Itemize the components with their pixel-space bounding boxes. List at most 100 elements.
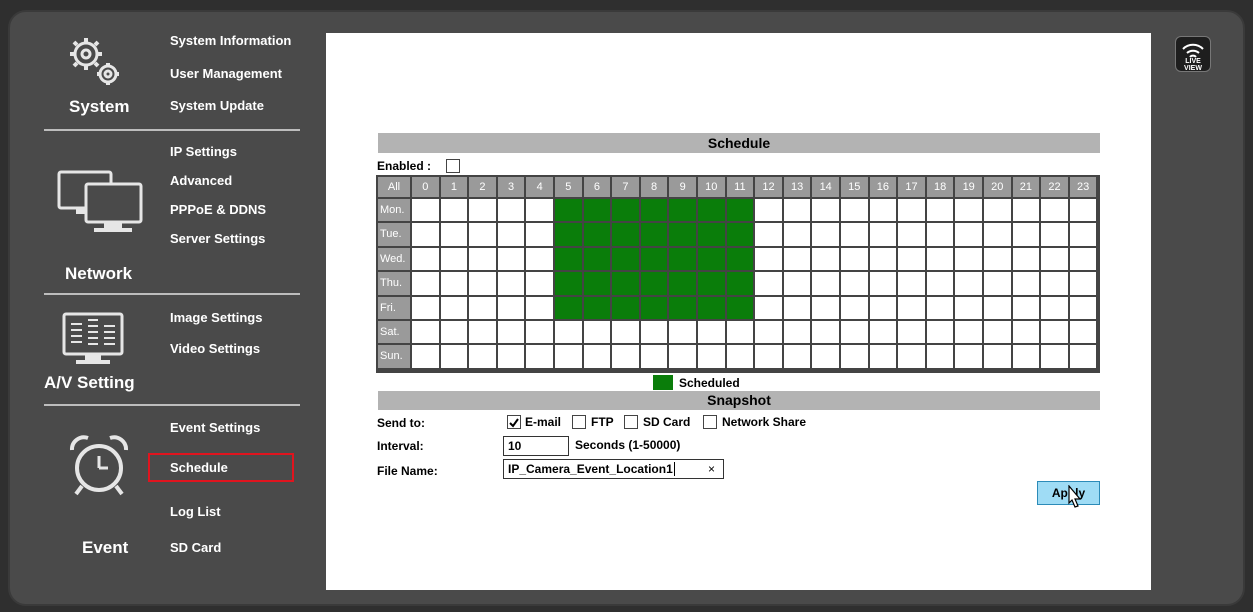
schedule-cell[interactable]: [1069, 345, 1097, 368]
schedule-cell[interactable]: [1012, 199, 1040, 222]
schedule-cell[interactable]: [669, 345, 696, 368]
schedule-cell[interactable]: [469, 272, 496, 295]
schedule-cell[interactable]: [869, 247, 897, 271]
nav-user-management[interactable]: User Management: [170, 66, 282, 81]
schedule-cell[interactable]: [698, 223, 725, 246]
schedule-cell[interactable]: [412, 345, 439, 368]
schedule-cell[interactable]: [955, 223, 982, 246]
schedule-cell[interactable]: [984, 199, 1011, 222]
schedule-cell[interactable]: [440, 345, 468, 368]
schedule-cell[interactable]: [926, 247, 954, 271]
schedule-cell[interactable]: [812, 199, 839, 222]
schedule-cell[interactable]: [898, 247, 925, 271]
schedule-cell[interactable]: [412, 321, 439, 344]
schedule-cell[interactable]: [1012, 272, 1040, 295]
schedule-cell[interactable]: [555, 272, 582, 295]
schedule-cell[interactable]: [583, 223, 611, 246]
day-header[interactable]: Mon.: [378, 199, 410, 222]
schedule-cell[interactable]: [984, 247, 1011, 271]
schedule-cell[interactable]: [612, 223, 639, 246]
schedule-cell[interactable]: [984, 296, 1011, 319]
hour-header[interactable]: 6: [583, 177, 611, 197]
schedule-cell[interactable]: [412, 223, 439, 246]
email-checkbox[interactable]: [507, 415, 521, 429]
schedule-cell[interactable]: [440, 223, 468, 246]
schedule-cell[interactable]: [412, 296, 439, 319]
schedule-cell[interactable]: [812, 223, 839, 246]
sd-card-checkbox[interactable]: [624, 415, 638, 429]
schedule-cell[interactable]: [955, 296, 982, 319]
schedule-cell[interactable]: [640, 345, 668, 368]
schedule-cell[interactable]: [783, 272, 811, 295]
nav-image-settings[interactable]: Image Settings: [170, 310, 262, 325]
schedule-cell[interactable]: [583, 199, 611, 222]
nav-server-settings[interactable]: Server Settings: [170, 231, 265, 246]
schedule-cell[interactable]: [1041, 223, 1068, 246]
schedule-cell[interactable]: [612, 199, 639, 222]
hour-header[interactable]: 3: [497, 177, 525, 197]
schedule-cell[interactable]: [497, 345, 525, 368]
schedule-cell[interactable]: [698, 345, 725, 368]
file-name-input[interactable]: IP_Camera_Event_Location1 ×: [503, 459, 724, 479]
schedule-cell[interactable]: [640, 199, 668, 222]
schedule-cell[interactable]: [669, 321, 696, 344]
hour-header[interactable]: 16: [869, 177, 897, 197]
hour-header[interactable]: 17: [898, 177, 925, 197]
schedule-cell[interactable]: [612, 247, 639, 271]
schedule-cell[interactable]: [898, 272, 925, 295]
day-header[interactable]: Sat.: [378, 321, 410, 344]
schedule-cell[interactable]: [726, 247, 754, 271]
schedule-cell[interactable]: [583, 272, 611, 295]
schedule-cell[interactable]: [612, 321, 639, 344]
schedule-cell[interactable]: [1069, 272, 1097, 295]
hour-header[interactable]: 10: [698, 177, 725, 197]
schedule-cell[interactable]: [898, 199, 925, 222]
schedule-cell[interactable]: [841, 272, 868, 295]
nav-sd-card[interactable]: SD Card: [170, 540, 221, 555]
hour-header[interactable]: 0: [412, 177, 439, 197]
ftp-checkbox[interactable]: [572, 415, 586, 429]
schedule-cell[interactable]: [841, 321, 868, 344]
schedule-cell[interactable]: [755, 321, 782, 344]
hour-header[interactable]: 7: [612, 177, 639, 197]
schedule-cell[interactable]: [898, 321, 925, 344]
schedule-cell[interactable]: [555, 223, 582, 246]
schedule-cell[interactable]: [555, 296, 582, 319]
schedule-cell[interactable]: [1041, 247, 1068, 271]
schedule-cell[interactable]: [726, 296, 754, 319]
nav-log-list[interactable]: Log List: [170, 504, 221, 519]
schedule-cell[interactable]: [526, 247, 553, 271]
schedule-cell[interactable]: [669, 296, 696, 319]
schedule-cell[interactable]: [469, 199, 496, 222]
schedule-cell[interactable]: [926, 321, 954, 344]
schedule-cell[interactable]: [783, 199, 811, 222]
schedule-cell[interactable]: [469, 345, 496, 368]
hour-header[interactable]: 12: [755, 177, 782, 197]
schedule-cell[interactable]: [926, 223, 954, 246]
hour-header[interactable]: 22: [1041, 177, 1068, 197]
schedule-cell[interactable]: [841, 247, 868, 271]
schedule-cell[interactable]: [869, 296, 897, 319]
schedule-cell[interactable]: [469, 223, 496, 246]
schedule-cell[interactable]: [926, 345, 954, 368]
schedule-cell[interactable]: [869, 272, 897, 295]
nav-system-information[interactable]: System Information: [170, 33, 291, 48]
schedule-cell[interactable]: [955, 272, 982, 295]
hour-header[interactable]: 18: [926, 177, 954, 197]
schedule-cell[interactable]: [869, 345, 897, 368]
hour-header[interactable]: 14: [812, 177, 839, 197]
hour-header[interactable]: 4: [526, 177, 553, 197]
schedule-cell[interactable]: [726, 321, 754, 344]
schedule-cell[interactable]: [1012, 223, 1040, 246]
nav-event-settings[interactable]: Event Settings: [170, 420, 260, 435]
schedule-cell[interactable]: [1012, 321, 1040, 344]
schedule-cell[interactable]: [841, 345, 868, 368]
schedule-cell[interactable]: [869, 321, 897, 344]
schedule-cell[interactable]: [698, 272, 725, 295]
schedule-cell[interactable]: [698, 321, 725, 344]
schedule-cell[interactable]: [984, 272, 1011, 295]
schedule-cell[interactable]: [726, 199, 754, 222]
hour-header[interactable]: 19: [955, 177, 982, 197]
schedule-cell[interactable]: [669, 223, 696, 246]
schedule-cell[interactable]: [726, 345, 754, 368]
